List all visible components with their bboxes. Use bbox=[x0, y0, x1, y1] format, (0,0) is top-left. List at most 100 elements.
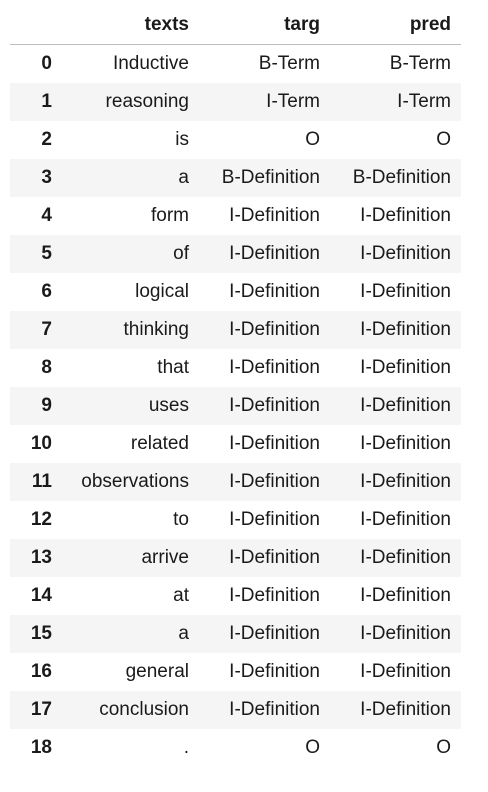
row-index: 13 bbox=[30, 547, 52, 568]
dataframe-table: texts targ pred 0 Inductive B-Term B-Term 1… bbox=[10, 6, 461, 767]
header-row: texts targ pred bbox=[10, 6, 461, 45]
cell-targ: I-Definition bbox=[229, 471, 320, 492]
cell-pred: I-Definition bbox=[360, 319, 451, 340]
cell-texts: uses bbox=[148, 395, 189, 416]
header-texts: texts bbox=[62, 6, 199, 45]
row-index: 17 bbox=[30, 699, 52, 720]
table-row: 9 uses I-Definition I-Definition bbox=[10, 387, 461, 425]
row-index: 11 bbox=[31, 471, 52, 492]
row-index: 18 bbox=[30, 737, 52, 758]
cell-texts: . bbox=[183, 737, 189, 758]
table-row: 11 observations I-Definition I-Definition bbox=[10, 463, 461, 501]
row-index: 12 bbox=[30, 509, 52, 530]
cell-pred: B-Definition bbox=[352, 167, 451, 188]
cell-texts: reasoning bbox=[105, 91, 189, 112]
cell-texts: at bbox=[173, 585, 189, 606]
table-row: 15 a I-Definition I-Definition bbox=[10, 615, 461, 653]
cell-texts: general bbox=[125, 661, 189, 682]
cell-pred: I-Definition bbox=[360, 623, 451, 644]
table-row: 14 at I-Definition I-Definition bbox=[10, 577, 461, 615]
table-row: 6 logical I-Definition I-Definition bbox=[10, 273, 461, 311]
cell-pred: I-Definition bbox=[360, 205, 451, 226]
row-index: 2 bbox=[41, 129, 52, 150]
cell-targ: I-Definition bbox=[229, 509, 320, 530]
table-row: 13 arrive I-Definition I-Definition bbox=[10, 539, 461, 577]
cell-texts: observations bbox=[81, 471, 189, 492]
cell-texts: a bbox=[178, 167, 189, 188]
cell-pred: I-Definition bbox=[360, 509, 451, 530]
table-row: 0 Inductive B-Term B-Term bbox=[10, 45, 461, 84]
cell-pred: I-Definition bbox=[360, 471, 451, 492]
cell-targ: B-Definition bbox=[221, 167, 320, 188]
cell-pred: I-Definition bbox=[360, 547, 451, 568]
table-header: texts targ pred bbox=[10, 6, 461, 45]
table-row: 12 to I-Definition I-Definition bbox=[10, 501, 461, 539]
header-targ: targ bbox=[199, 6, 330, 45]
cell-targ: I-Definition bbox=[229, 661, 320, 682]
row-index: 16 bbox=[30, 661, 52, 682]
cell-targ: I-Definition bbox=[229, 281, 320, 302]
cell-pred: I-Definition bbox=[360, 243, 451, 264]
table-row: 10 related I-Definition I-Definition bbox=[10, 425, 461, 463]
row-index: 5 bbox=[41, 243, 52, 264]
cell-targ: I-Definition bbox=[229, 585, 320, 606]
cell-pred: B-Term bbox=[389, 53, 451, 74]
row-index: 14 bbox=[30, 585, 52, 606]
cell-targ: I-Definition bbox=[229, 319, 320, 340]
table-body: 0 Inductive B-Term B-Term 1 reasoning I-Term I… bbox=[10, 45, 461, 768]
cell-targ: I-Definition bbox=[229, 243, 320, 264]
cell-targ: I-Definition bbox=[229, 433, 320, 454]
row-index: 15 bbox=[30, 623, 52, 644]
table-row: 7 thinking I-Definition I-Definition bbox=[10, 311, 461, 349]
cell-targ: I-Definition bbox=[229, 205, 320, 226]
cell-targ: I-Definition bbox=[229, 395, 320, 416]
cell-targ: O bbox=[305, 129, 320, 150]
table-row: 17 conclusion I-Definition I-Definition bbox=[10, 691, 461, 729]
cell-pred: I-Definition bbox=[360, 585, 451, 606]
table-row: 16 general I-Definition I-Definition bbox=[10, 653, 461, 691]
cell-pred: I-Definition bbox=[360, 357, 451, 378]
cell-texts: to bbox=[173, 509, 189, 530]
cell-targ: I-Definition bbox=[229, 623, 320, 644]
cell-targ: I-Definition bbox=[229, 699, 320, 720]
table-row: 2 is O O bbox=[10, 121, 461, 159]
row-index: 10 bbox=[30, 433, 52, 454]
cell-texts: form bbox=[151, 205, 189, 226]
cell-pred: I-Definition bbox=[360, 699, 451, 720]
row-index: 9 bbox=[41, 395, 52, 416]
row-index: 8 bbox=[41, 357, 52, 378]
cell-texts: conclusion bbox=[99, 699, 189, 720]
table-row: 4 form I-Definition I-Definition bbox=[10, 197, 461, 235]
cell-targ: O bbox=[305, 737, 320, 758]
table-row: 8 that I-Definition I-Definition bbox=[10, 349, 461, 387]
cell-pred: O bbox=[436, 129, 451, 150]
cell-targ: I-Definition bbox=[229, 357, 320, 378]
table-row: 3 a B-Definition B-Definition bbox=[10, 159, 461, 197]
cell-pred: O bbox=[436, 737, 451, 758]
cell-targ: I-Term bbox=[266, 91, 320, 112]
row-index: 4 bbox=[41, 205, 52, 226]
cell-texts: arrive bbox=[141, 547, 189, 568]
header-index bbox=[10, 6, 62, 45]
cell-targ: I-Definition bbox=[229, 547, 320, 568]
cell-pred: I-Definition bbox=[360, 661, 451, 682]
cell-texts: related bbox=[130, 433, 189, 454]
cell-pred: I-Definition bbox=[360, 395, 451, 416]
cell-texts: thinking bbox=[123, 319, 190, 340]
row-index: 7 bbox=[41, 319, 52, 340]
row-index: 6 bbox=[41, 281, 52, 302]
cell-texts: is bbox=[175, 129, 189, 150]
row-index: 3 bbox=[41, 167, 52, 188]
row-index: 0 bbox=[41, 53, 52, 74]
row-index: 1 bbox=[41, 91, 52, 112]
cell-pred: I-Definition bbox=[360, 433, 451, 454]
header-pred: pred bbox=[330, 6, 461, 45]
table-row: 18. O O bbox=[10, 729, 461, 767]
table-row: 1 reasoning I-Term I-Term bbox=[10, 83, 461, 121]
cell-texts: of bbox=[173, 243, 189, 264]
cell-pred: I-Term bbox=[397, 91, 451, 112]
cell-texts: a bbox=[178, 623, 189, 644]
cell-texts: Inductive bbox=[112, 53, 189, 74]
cell-pred: I-Definition bbox=[360, 281, 451, 302]
cell-texts: that bbox=[157, 357, 189, 378]
